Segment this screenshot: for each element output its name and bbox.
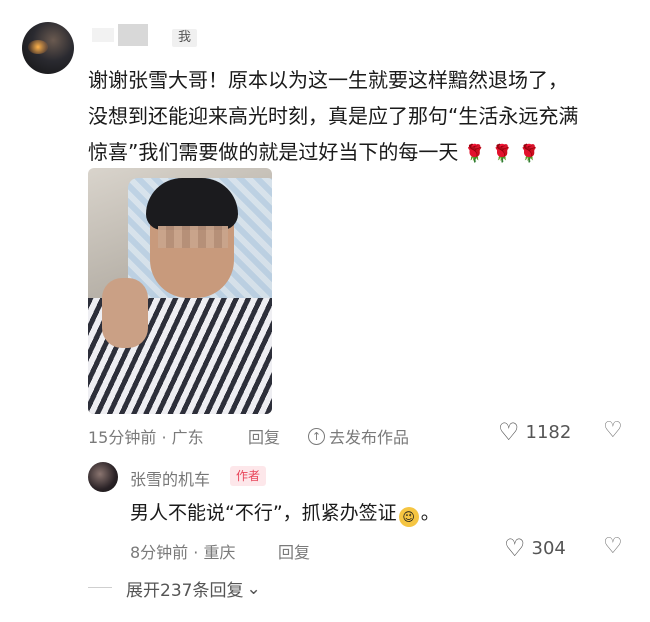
reply-reply-button[interactable]: 回复	[278, 539, 310, 563]
comment-time-location: 15分钟前 · 广东	[88, 428, 204, 447]
reply-like-count: 304	[531, 537, 566, 559]
rose-icon: 🌹	[464, 144, 486, 164]
comment-text: 谢谢张雪大哥！原本以为这一生就要这样黯然退场了， 没想到还能迎来高光时刻，真是应…	[88, 62, 628, 172]
dislike-icon[interactable]: ♡	[603, 534, 623, 559]
wink-emoji-icon: 😉	[398, 507, 419, 527]
author-badge: 作者	[230, 466, 267, 486]
reply-time-location: 8分钟前 · 重庆	[130, 543, 236, 562]
chevron-down-icon: ⌄	[246, 578, 261, 599]
post-work-button[interactable]: ↑ 去发布作品	[308, 424, 409, 448]
dislike-icon[interactable]: ♡	[603, 418, 623, 443]
rose-icon: 🌹	[491, 144, 513, 164]
comment-reply-button[interactable]: 回复	[248, 424, 280, 448]
rose-icon: 🌹	[518, 144, 540, 164]
comment-photo[interactable]	[88, 168, 272, 414]
reply-like-button[interactable]: ♡ 304	[504, 536, 566, 560]
post-work-label: 去发布作品	[329, 428, 410, 447]
username-blurred	[92, 28, 114, 42]
comment-line-3: 惊喜”我们需要做的就是过好当下的每一天 🌹 🌹 🌹	[88, 140, 540, 164]
heart-icon: ♡	[504, 534, 526, 562]
me-badge: 我	[172, 29, 198, 47]
username-blurred-block	[118, 24, 148, 46]
reply-username[interactable]: 张雪的机车	[130, 466, 210, 490]
commenter-avatar[interactable]	[22, 22, 74, 74]
heart-icon: ♡	[498, 418, 520, 446]
reply-text-main: 男人不能说“不行”，抓紧办签证	[130, 502, 397, 524]
comment-line-1: 谢谢张雪大哥！原本以为这一生就要这样黯然退场了，	[88, 68, 568, 92]
divider	[88, 587, 112, 588]
comment-like-button[interactable]: ♡ 1182	[498, 420, 571, 444]
comment-line-2: 没想到还能迎来高光时刻，真是应了那句“生活永远充满	[88, 104, 579, 128]
face-mosaic	[158, 226, 228, 248]
reply-text: 男人不能说“不行”，抓紧办签证 😉。	[130, 498, 440, 527]
reply-avatar[interactable]	[88, 462, 118, 492]
upload-icon: ↑	[308, 427, 325, 445]
expand-replies-label: 展开237条回复	[126, 581, 244, 601]
expand-replies-button[interactable]: 展开237条回复 ⌄	[126, 576, 261, 602]
reply-text-end: 。	[420, 502, 440, 524]
comment-like-count: 1182	[525, 421, 572, 443]
